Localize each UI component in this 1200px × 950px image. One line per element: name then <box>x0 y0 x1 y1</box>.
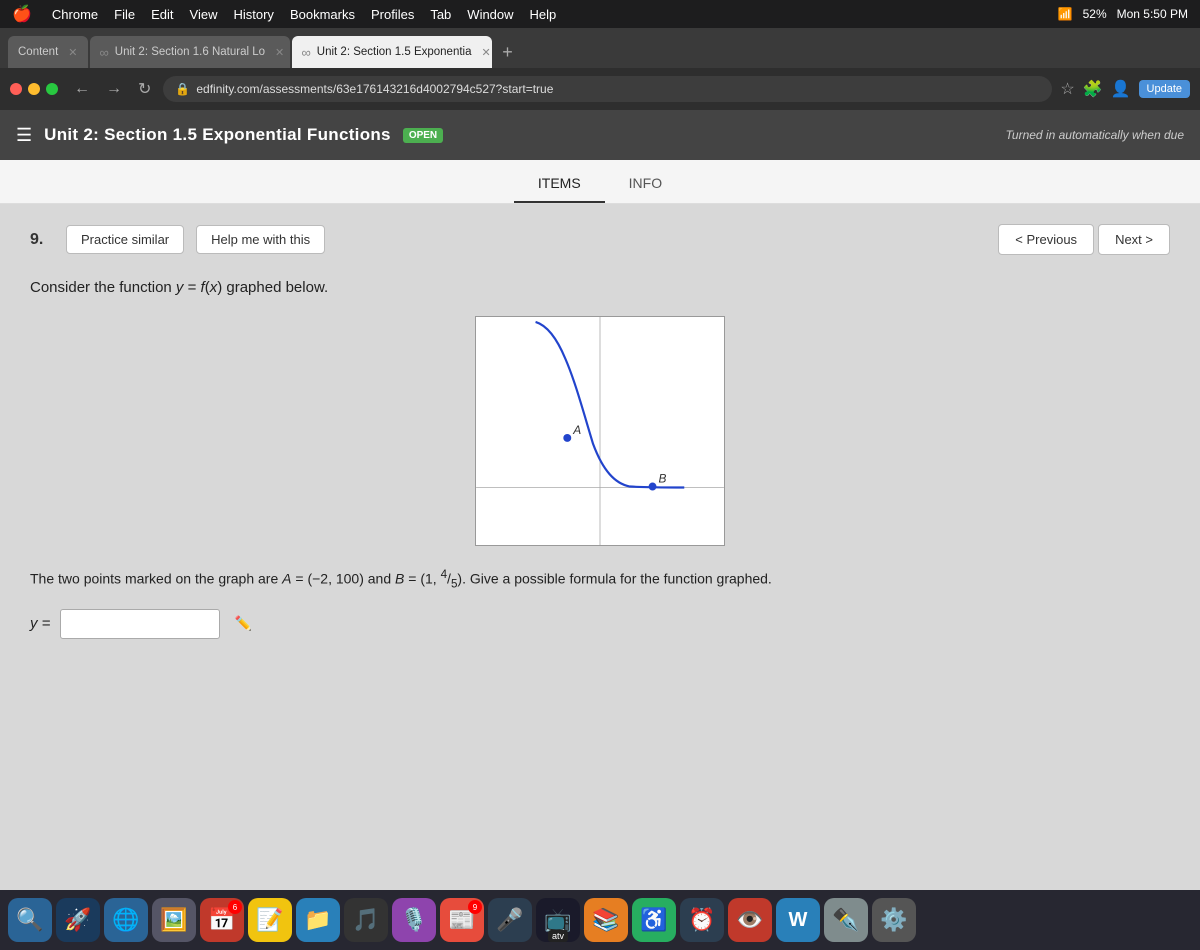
menu-tab[interactable]: Tab <box>430 7 451 22</box>
extension-icon[interactable]: 🧩 <box>1083 79 1103 99</box>
dock-launchpad[interactable]: 🚀 <box>56 898 100 942</box>
battery-indicator: 52% <box>1083 7 1107 21</box>
dock-clock[interactable]: ⏰ <box>680 898 724 942</box>
hamburger-menu[interactable]: ☰ <box>16 125 32 146</box>
tab-content[interactable]: Content ✕ <box>8 36 88 68</box>
dock-accessibility[interactable]: ♿ <box>632 898 676 942</box>
content-area: ITEMS INFO 9. Practice similar Help me w… <box>0 160 1200 890</box>
traffic-lights <box>10 83 58 95</box>
menu-chrome[interactable]: Chrome <box>52 7 98 22</box>
menu-file[interactable]: File <box>114 7 135 22</box>
new-tab-button[interactable]: + <box>494 38 522 66</box>
maximize-button[interactable] <box>46 83 58 95</box>
dock-music[interactable]: 🎵 <box>344 898 388 942</box>
menubar-right: 📶 52% Mon 5:50 PM <box>1058 7 1188 21</box>
tab-unit16-close[interactable]: ✕ <box>275 46 284 59</box>
news-badge: 9 <box>468 900 482 914</box>
menu-view[interactable]: View <box>190 7 218 22</box>
graph-container: A B <box>30 316 1170 546</box>
tab-unit16-label: Unit 2: Section 1.6 Natural Lo <box>115 46 265 58</box>
menu-bookmarks[interactable]: Bookmarks <box>290 7 355 22</box>
lock-icon: 🔒 <box>175 82 190 96</box>
tab-unit15-label: Unit 2: Section 1.5 Exponentia <box>317 46 472 58</box>
tab-content-label: Content <box>18 46 58 58</box>
question-content: Consider the function y = f(x) graphed b… <box>30 279 1170 659</box>
graph-svg: A B <box>476 317 724 545</box>
dock-podcasts[interactable]: 🎙️ <box>392 898 436 942</box>
question-navigation: < Previous Next > <box>998 224 1170 255</box>
question-number: 9. <box>30 231 54 249</box>
previous-button[interactable]: < Previous <box>998 224 1094 255</box>
address-bar: ← → ↻ 🔒 edfinity.com/assessments/63e1761… <box>0 68 1200 110</box>
tab-items[interactable]: ITEMS <box>514 165 605 203</box>
dock-finder[interactable]: 🔍 <box>8 898 52 942</box>
dock-atv[interactable]: 📺 atv <box>536 898 580 942</box>
dock: 🔍 🚀 🌐 🖼️ 📅 6 📝 📁 🎵 🎙️ 📰 9 🎤 📺 atv 📚 ♿ ⏰ … <box>0 890 1200 950</box>
minimize-button[interactable] <box>28 83 40 95</box>
dock-chrome[interactable]: 🌐 <box>104 898 148 942</box>
turned-in-text: Turned in automatically when due <box>1005 128 1184 142</box>
next-button[interactable]: Next > <box>1098 224 1170 255</box>
answer-label: y = <box>30 615 50 632</box>
star-icon[interactable]: ☆ <box>1060 79 1074 99</box>
menu-profiles[interactable]: Profiles <box>371 7 414 22</box>
question-area: 9. Practice similar Help me with this < … <box>0 204 1200 890</box>
tab-info[interactable]: INFO <box>605 165 686 203</box>
forward-button[interactable]: → <box>102 78 126 100</box>
tab-unit15[interactable]: ∞ Unit 2: Section 1.5 Exponentia ✕ <box>292 36 492 68</box>
dock-news[interactable]: 📰 9 <box>440 898 484 942</box>
browser-tabbar: Content ✕ ∞ Unit 2: Section 1.6 Natural … <box>0 28 1200 68</box>
dock-files[interactable]: 📁 <box>296 898 340 942</box>
clock: Mon 5:50 PM <box>1117 7 1188 21</box>
url-bar[interactable]: 🔒 edfinity.com/assessments/63e176143216d… <box>163 76 1052 102</box>
svg-text:B: B <box>658 472 666 486</box>
calendar-badge: 6 <box>228 900 242 914</box>
answer-input[interactable] <box>60 609 220 639</box>
graph-box: A B <box>475 316 725 546</box>
tab-content-close[interactable]: ✕ <box>68 46 77 59</box>
infinity-icon-2: ∞ <box>302 45 311 60</box>
tab-unit15-close[interactable]: ✕ <box>482 46 491 59</box>
menu-window[interactable]: Window <box>467 7 513 22</box>
refresh-button[interactable]: ↻ <box>134 77 155 101</box>
menu-help[interactable]: Help <box>530 7 557 22</box>
url-text: edfinity.com/assessments/63e176143216d40… <box>196 82 553 96</box>
infinity-icon-1: ∞ <box>100 45 109 60</box>
apple-menu[interactable]: 🍎 <box>12 4 32 24</box>
dock-pen[interactable]: ✒️ <box>824 898 868 942</box>
question-text: Consider the function y = f(x) graphed b… <box>30 279 1170 296</box>
profile-icon[interactable]: 👤 <box>1111 79 1131 99</box>
menu-edit[interactable]: Edit <box>151 7 173 22</box>
dock-settings[interactable]: ⚙️ <box>872 898 916 942</box>
addressbar-right: ☆ 🧩 👤 Update <box>1060 79 1190 99</box>
content-tabs: ITEMS INFO <box>0 160 1200 204</box>
dock-siri[interactable]: 🎤 <box>488 898 532 942</box>
page-title: Unit 2: Section 1.5 Exponential Function… <box>44 125 391 145</box>
svg-text:A: A <box>572 423 581 437</box>
close-button[interactable] <box>10 83 22 95</box>
dock-notes[interactable]: 📝 <box>248 898 292 942</box>
dock-word[interactable]: W <box>776 898 820 942</box>
back-button[interactable]: ← <box>70 78 94 100</box>
update-button[interactable]: Update <box>1139 80 1190 98</box>
dock-photos[interactable]: 🖼️ <box>152 898 196 942</box>
pencil-icon: ✏️ <box>234 615 251 632</box>
help-button[interactable]: Help me with this <box>196 225 325 254</box>
atv-label: atv <box>548 930 568 942</box>
menu-bar: 🍎 Chrome File Edit View History Bookmark… <box>0 0 1200 28</box>
page-header: ☰ Unit 2: Section 1.5 Exponential Functi… <box>0 110 1200 160</box>
open-badge: OPEN <box>403 128 443 143</box>
dock-preview[interactable]: 👁️ <box>728 898 772 942</box>
bottom-description: The two points marked on the graph are A… <box>30 566 1170 593</box>
menu-history[interactable]: History <box>233 7 273 22</box>
dock-calendar[interactable]: 📅 6 <box>200 898 244 942</box>
practice-similar-button[interactable]: Practice similar <box>66 225 184 254</box>
tab-unit16[interactable]: ∞ Unit 2: Section 1.6 Natural Lo ✕ <box>90 36 290 68</box>
question-header: 9. Practice similar Help me with this < … <box>30 224 1170 255</box>
dock-books[interactable]: 📚 <box>584 898 628 942</box>
answer-row: y = ✏️ <box>30 609 1170 639</box>
wifi-icon: 📶 <box>1058 7 1073 21</box>
